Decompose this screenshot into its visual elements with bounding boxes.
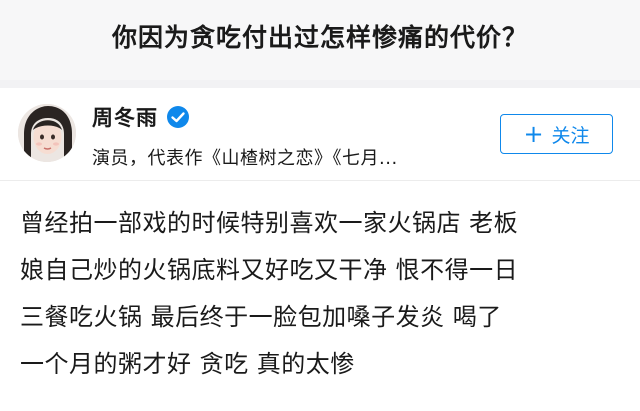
follow-button[interactable]: + 关注 <box>500 114 613 154</box>
answer-line: 三餐吃火锅 最后终于一脸包加嗓子发炎 喝了 <box>20 303 502 331</box>
avatar[interactable] <box>18 104 76 162</box>
author-name[interactable]: 周冬雨 <box>92 102 158 132</box>
verified-badge-icon <box>166 105 190 129</box>
plus-icon: + <box>523 120 544 148</box>
answer-line: 娘自己炒的火锅底料又好吃又干净 恨不得一日 <box>20 256 519 284</box>
follow-button-label: 关注 <box>551 124 590 147</box>
question-title[interactable]: 你因为贪吃付出过怎样惨痛的代价？ <box>112 18 528 54</box>
answer-line: 一个月的粥才好 贪吃 真的太惨 <box>20 350 355 378</box>
answer-line: 曾经拍一部戏的时候特别喜欢一家火锅店 老板 <box>20 209 519 237</box>
author-row: 周冬雨 演员，代表作《山楂树之恋》《七月... + 关注 <box>0 88 640 180</box>
author-name-line: 周冬雨 <box>92 102 190 132</box>
divider <box>0 180 640 181</box>
author-bio: 演员，代表作《山楂树之恋》《七月... <box>92 148 398 169</box>
answer-body[interactable]: 曾经拍一部戏的时候特别喜欢一家火锅店 老板 娘自己炒的火锅底料又好吃又干净 恨不… <box>20 200 620 388</box>
question-header: 你因为贪吃付出过怎样惨痛的代价？ <box>0 0 640 80</box>
answer-card: 周冬雨 演员，代表作《山楂树之恋》《七月... + 关注 曾经拍一部戏的时候特别… <box>0 88 640 411</box>
